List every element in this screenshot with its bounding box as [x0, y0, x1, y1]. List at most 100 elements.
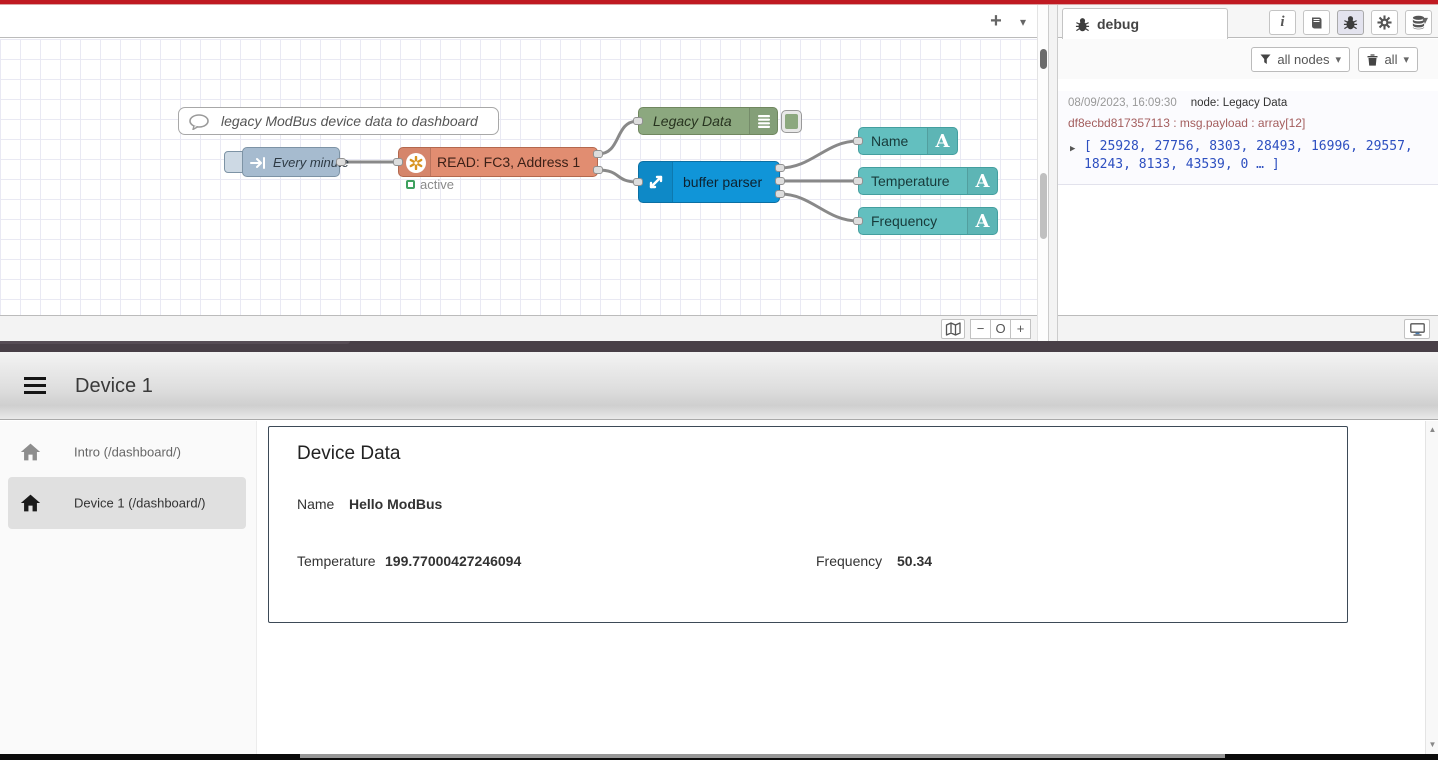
- payload-array-text: [ 25928, 27756, 8303, 28493, 16996, 2955…: [1084, 139, 1413, 172]
- navigator-button[interactable]: [941, 319, 965, 339]
- text-icon-region: A: [927, 128, 957, 154]
- letter-a-icon: A: [976, 211, 990, 232]
- frequency-label: Frequency: [816, 553, 882, 569]
- ui-text-node-frequency[interactable]: Frequency A: [858, 207, 998, 235]
- list-icon: [757, 114, 771, 128]
- sidebar-resize-divider[interactable]: [1048, 5, 1058, 341]
- parser-output-port-3[interactable]: [775, 190, 785, 198]
- clear-label: all: [1384, 52, 1397, 67]
- home-icon: [20, 443, 41, 461]
- debug-message-header: 08/09/2023, 16:09:30 node: Legacy Data: [1068, 97, 1428, 109]
- inject-node[interactable]: Every minute: [242, 147, 340, 177]
- modbus-output-port-2[interactable]: [593, 166, 603, 174]
- modbus-output-port-1[interactable]: [593, 150, 603, 158]
- flow-workspace: + ▾ legacy ModBus device data: [0, 5, 1037, 341]
- debug-node[interactable]: Legacy Data: [638, 107, 778, 135]
- clear-caret-icon: ▾: [1403, 53, 1409, 66]
- temperature-value: 199.77000427246094: [385, 553, 521, 569]
- debug-toolbar: all nodes ▾ all ▾: [1058, 39, 1438, 79]
- inject-arrow-icon: [250, 156, 268, 170]
- message-source-node: node: Legacy Data: [1191, 97, 1288, 109]
- book-icon: [1309, 16, 1324, 30]
- ui-text-node-temperature[interactable]: Temperature A: [858, 167, 998, 195]
- modbus-icon-region: [399, 148, 431, 176]
- debug-node-label: Legacy Data: [653, 108, 732, 134]
- add-flow-button[interactable]: +: [983, 9, 1009, 35]
- comment-label: legacy ModBus device data to dashboard: [221, 108, 478, 134]
- debug-toggle-inner: [785, 114, 798, 129]
- parser-output-port-1[interactable]: [775, 164, 785, 172]
- menu-toggle-button[interactable]: [24, 377, 46, 394]
- flow-canvas[interactable]: legacy ModBus device data to dashboard E…: [0, 39, 1037, 315]
- inject-trigger-button[interactable]: [224, 151, 243, 173]
- parser-label: buffer parser: [683, 162, 762, 202]
- text-icon-region: A: [967, 208, 997, 234]
- message-timestamp: 08/09/2023, 16:09:30: [1068, 97, 1177, 109]
- comment-node[interactable]: legacy ModBus device data to dashboard: [178, 107, 499, 135]
- debug-message[interactable]: 08/09/2023, 16:09:30 node: Legacy Data d…: [1058, 91, 1438, 185]
- ui-text-name-input-port[interactable]: [853, 137, 863, 145]
- sidebar-item-intro[interactable]: Intro (/dashboard/): [8, 427, 246, 477]
- dashboard-window: Device 1 Intro (/dashboard/) Device 1 (/…: [0, 352, 1438, 754]
- info-icon: i: [1280, 14, 1284, 31]
- letter-a-icon: A: [976, 171, 990, 192]
- workspace-scrollbar-thumb[interactable]: [1040, 49, 1047, 69]
- dashboard-main: Device Data Name Hello ModBus Temperatur…: [257, 421, 1425, 754]
- card-title: Device Data: [297, 443, 401, 465]
- modbus-status: active: [406, 177, 454, 192]
- config-nodes-tab-button[interactable]: [1371, 10, 1398, 35]
- clear-messages-button[interactable]: all ▾: [1358, 47, 1418, 72]
- parser-input-port[interactable]: [633, 178, 643, 186]
- inject-output-port[interactable]: [336, 158, 346, 166]
- debug-sidebar: debug i ▾ all: [1058, 5, 1438, 341]
- message-meta: df8ecbd817357113 : msg.payload : array[1…: [1068, 116, 1428, 130]
- map-icon: [945, 322, 961, 336]
- node-red-editor: + ▾ legacy ModBus device data: [0, 5, 1438, 341]
- info-tab-button[interactable]: i: [1269, 10, 1296, 35]
- window-divider-strip: [0, 341, 1438, 352]
- scroll-up-arrow[interactable]: ▲: [1426, 423, 1438, 437]
- name-value: Hello ModBus: [349, 496, 442, 512]
- resize-arrows-icon: [647, 173, 665, 191]
- debug-toggle-button[interactable]: [781, 110, 802, 133]
- zoom-in-button[interactable]: +: [1010, 319, 1031, 339]
- ui-text-temperature-input-port[interactable]: [853, 177, 863, 185]
- help-tab-button[interactable]: [1303, 10, 1330, 35]
- sidebar-menu-caret[interactable]: ▾: [1416, 13, 1434, 27]
- modbus-read-node[interactable]: READ: FC3, Address 1: [398, 147, 598, 177]
- bottom-scrollbar-track: [0, 754, 1438, 760]
- device-data-card: Device Data Name Hello ModBus Temperatur…: [268, 426, 1348, 623]
- parser-output-port-2[interactable]: [775, 177, 785, 185]
- bottom-scrollbar-thumb[interactable]: [300, 754, 1225, 758]
- scroll-down-arrow[interactable]: ▼: [1426, 738, 1438, 752]
- dashboard-scrollbar: ▲ ▼: [1425, 421, 1438, 754]
- buffer-parser-node[interactable]: buffer parser: [638, 161, 780, 203]
- sidebar-scrollbar-thumb[interactable]: [1040, 173, 1047, 239]
- flow-list-caret[interactable]: ▾: [1013, 11, 1033, 33]
- status-ring-icon: [406, 180, 415, 189]
- page-title: Device 1: [75, 352, 153, 420]
- debug-tab-button[interactable]: [1337, 10, 1364, 35]
- expand-payload-arrow[interactable]: ▶: [1070, 140, 1075, 158]
- debug-list-icon-region: [749, 108, 777, 134]
- home-icon: [20, 494, 41, 512]
- sidebar-footer: [1058, 315, 1438, 341]
- ui-text-node-name[interactable]: Name A: [858, 127, 958, 155]
- tab-debug[interactable]: debug: [1062, 8, 1228, 39]
- screen: + ▾ legacy ModBus device data: [0, 0, 1438, 760]
- modbus-input-port[interactable]: [393, 158, 403, 166]
- filter-nodes-button[interactable]: all nodes ▾: [1251, 47, 1350, 72]
- ui-text-label: Name: [871, 128, 908, 154]
- filter-label: all nodes: [1277, 52, 1329, 67]
- open-debug-window-button[interactable]: [1404, 319, 1430, 339]
- zoom-reset-button[interactable]: O: [990, 319, 1011, 339]
- temperature-label: Temperature: [297, 553, 376, 569]
- flow-tab-bar: + ▾: [0, 5, 1037, 38]
- speech-bubble-icon: [188, 114, 210, 130]
- debug-input-port[interactable]: [633, 117, 643, 125]
- sidebar-item-device1[interactable]: Device 1 (/dashboard/): [8, 477, 246, 529]
- message-payload: ▶ [ 25928, 27756, 8303, 28493, 16996, 29…: [1068, 138, 1428, 174]
- trash-icon: [1367, 54, 1378, 66]
- zoom-out-button[interactable]: −: [970, 319, 991, 339]
- ui-text-frequency-input-port[interactable]: [853, 217, 863, 225]
